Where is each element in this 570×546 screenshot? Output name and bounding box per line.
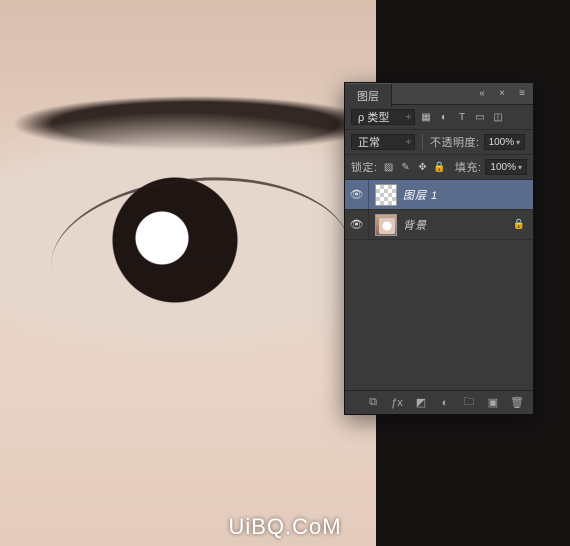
blend-mode-value: 正常: [358, 134, 380, 150]
filter-smart-icon[interactable]: ◫: [491, 110, 505, 124]
layer-list: 👁 图层 1 👁 背景 🔒: [345, 180, 533, 390]
lock-all-icon[interactable]: 🔒: [433, 160, 447, 174]
link-layers-button[interactable]: ⧉: [365, 395, 381, 411]
layer-thumbnail[interactable]: [375, 184, 397, 206]
lock-move-icon[interactable]: ✥: [416, 160, 430, 174]
opacity-value: 100%: [489, 137, 515, 148]
divider: [422, 134, 423, 150]
panel-menu-icon[interactable]: ≡: [515, 86, 529, 100]
panel-tab-layers[interactable]: 图层: [345, 83, 392, 107]
fill-label: 填充:: [455, 159, 482, 175]
panel-close-icon[interactable]: ×: [495, 86, 509, 100]
layer-filter-type-label: ρ 类型: [358, 109, 389, 125]
layer-name[interactable]: 背景: [403, 217, 513, 233]
filter-text-icon[interactable]: T: [455, 110, 469, 124]
mask-button[interactable]: ◩: [413, 395, 429, 411]
chevron-down-icon: ▾: [516, 138, 520, 147]
lock-icon: 🔒: [513, 219, 525, 230]
fill-value: 100%: [490, 162, 516, 173]
blend-row: 正常 ÷ 不透明度: 100% ▾: [345, 130, 533, 155]
layer-thumbnail[interactable]: [375, 214, 397, 236]
layer-name[interactable]: 图层 1: [403, 187, 533, 203]
blend-mode-select[interactable]: 正常 ÷: [351, 134, 415, 150]
dropdown-icon: ÷: [406, 137, 411, 147]
panel-footer: ⧉ ƒx ◩ ◐ 🗀 ▣ 🗑: [345, 390, 533, 414]
lock-row: 锁定: ▨ ✎ ✥ 🔒 填充: 100% ▾: [345, 155, 533, 180]
delete-layer-button[interactable]: 🗑: [509, 395, 525, 411]
eye-icon: 👁: [350, 188, 364, 201]
chevron-down-icon: ▾: [518, 163, 522, 172]
filter-shape-icon[interactable]: ▭: [473, 110, 487, 124]
dropdown-icon: ÷: [406, 112, 411, 122]
watermark-text: UiBQ.CoM: [228, 514, 341, 540]
layers-panel: 图层 « × ≡ ρ 类型 ÷ ▦ ◐ T ▭ ◫ 正常 ÷ 不透明度: 100…: [344, 82, 534, 415]
layer-row[interactable]: 👁 背景 🔒: [345, 210, 533, 240]
lock-transparent-icon[interactable]: ▨: [382, 160, 396, 174]
layer-filter-type[interactable]: ρ 类型 ÷: [351, 109, 415, 125]
lock-paint-icon[interactable]: ✎: [399, 160, 413, 174]
adjustment-button[interactable]: ◐: [437, 395, 453, 411]
panel-collapse-icon[interactable]: «: [475, 86, 489, 100]
group-button[interactable]: 🗀: [461, 395, 477, 411]
opacity-input[interactable]: 100% ▾: [484, 134, 526, 150]
opacity-label: 不透明度:: [430, 134, 480, 150]
panel-tab-bar: 图层 « × ≡: [345, 83, 533, 105]
fx-button[interactable]: ƒx: [389, 395, 405, 411]
visibility-toggle[interactable]: 👁: [345, 180, 369, 209]
fill-input[interactable]: 100% ▾: [485, 159, 527, 175]
layer-row[interactable]: 👁 图层 1: [345, 180, 533, 210]
eye-icon: 👁: [350, 218, 364, 231]
visibility-toggle[interactable]: 👁: [345, 210, 369, 239]
filter-pixel-icon[interactable]: ▦: [419, 110, 433, 124]
lock-label: 锁定:: [351, 159, 378, 175]
filter-adjust-icon[interactable]: ◐: [437, 110, 451, 124]
filter-row: ρ 类型 ÷ ▦ ◐ T ▭ ◫: [345, 105, 533, 130]
new-layer-button[interactable]: ▣: [485, 395, 501, 411]
